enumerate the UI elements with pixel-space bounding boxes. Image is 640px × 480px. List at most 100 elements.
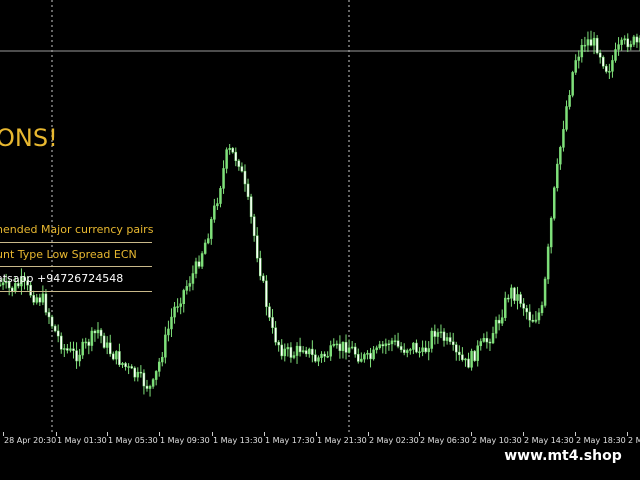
candle-body	[139, 371, 143, 374]
candle-body	[464, 358, 467, 361]
time-tick-label: 2 May 06:30	[420, 436, 470, 445]
candle-body	[344, 342, 348, 353]
candle-body	[136, 371, 140, 378]
candle-body	[314, 354, 317, 362]
candle-body	[553, 187, 556, 219]
candle-body	[59, 335, 63, 350]
candle-body	[427, 348, 430, 353]
candle-body	[237, 160, 241, 167]
candle-body	[568, 95, 571, 107]
candle-body	[271, 317, 274, 328]
candle-body	[66, 348, 69, 351]
candle-body	[605, 65, 608, 72]
time-tick-label: 2 May	[628, 436, 640, 445]
candle-body	[274, 327, 277, 343]
candle-body	[121, 363, 124, 365]
candle-body	[494, 319, 498, 334]
candle-body	[194, 261, 198, 274]
candle-body	[598, 52, 602, 58]
candle-body	[81, 341, 84, 356]
candle-body	[157, 361, 161, 372]
candle-body	[543, 278, 547, 306]
candle-body	[96, 329, 100, 334]
candle-body	[583, 44, 587, 47]
candle-body	[623, 38, 626, 41]
candle-body	[280, 344, 283, 357]
candle-body	[384, 343, 388, 347]
candle-body	[467, 358, 470, 368]
candle-body	[565, 106, 568, 130]
candle-body	[611, 60, 614, 72]
candle-body	[240, 166, 244, 172]
candle-body	[219, 188, 222, 204]
candle-body	[127, 366, 130, 368]
overlay-info-account: unt Type Low Spread ECN	[0, 248, 137, 261]
candle-body	[142, 372, 146, 387]
candle-body	[390, 340, 394, 345]
candle-body	[626, 38, 630, 48]
candle-body	[629, 44, 633, 48]
candle-body	[372, 349, 375, 360]
time-tick-label: 1 May 21:30	[317, 436, 367, 445]
candle-body	[249, 196, 253, 217]
time-tick-label: 2 May 14:30	[524, 436, 574, 445]
candle-body	[124, 363, 127, 367]
chart-canvas[interactable]	[0, 0, 640, 432]
candle-body	[335, 343, 339, 346]
candle-body	[90, 330, 94, 346]
candle-body	[222, 168, 225, 189]
time-tick-label: 2 May 18:30	[576, 436, 626, 445]
candle-body	[203, 242, 207, 254]
candle-body	[228, 147, 231, 150]
time-tick-label: 1 May 17:30	[265, 436, 315, 445]
price-chart[interactable]	[0, 0, 640, 432]
candle-body	[592, 37, 596, 46]
time-tick-label: 1 May 13:30	[213, 436, 263, 445]
candle-body	[118, 351, 121, 365]
candle-body	[329, 345, 332, 357]
candle-body	[99, 329, 103, 337]
candle-body	[491, 333, 495, 344]
overlay-divider	[0, 266, 152, 267]
candle-body	[56, 330, 60, 337]
candle-body	[47, 312, 51, 318]
candle-body	[528, 311, 532, 321]
candle-body	[286, 347, 290, 350]
candle-body	[363, 354, 366, 360]
candle-body	[513, 287, 516, 301]
candle-body	[488, 341, 492, 344]
candle-body	[445, 337, 449, 341]
candle-body	[381, 344, 385, 347]
candle-body	[608, 71, 611, 73]
time-tick-label: 1 May 01:30	[57, 436, 107, 445]
candle-body	[595, 37, 599, 54]
candle-body	[458, 351, 461, 356]
candle-body	[476, 345, 479, 361]
candle-body	[504, 297, 507, 318]
candle-body	[213, 205, 216, 220]
candle-body	[357, 354, 360, 362]
candle-body	[112, 353, 115, 360]
candle-body	[409, 349, 412, 351]
candle-body	[497, 319, 501, 324]
candle-body	[176, 306, 179, 308]
candle-body	[485, 338, 489, 343]
candle-body	[225, 149, 228, 169]
candle-body	[108, 342, 112, 355]
candle-body	[38, 297, 42, 303]
time-tick-label: 1 May 05:30	[108, 436, 158, 445]
candle-body	[479, 341, 483, 347]
candle-body	[378, 344, 381, 349]
candle-body	[332, 343, 336, 346]
candle-body	[53, 325, 57, 332]
candle-body	[188, 283, 192, 287]
candle-body	[69, 348, 72, 351]
candle-body	[323, 353, 326, 357]
candle-body	[433, 330, 437, 337]
candle-body	[353, 346, 357, 355]
candle-body	[130, 366, 133, 369]
candle-body	[200, 253, 204, 267]
candle-body	[154, 371, 158, 380]
candle-body	[173, 306, 176, 318]
candle-body	[347, 347, 351, 353]
